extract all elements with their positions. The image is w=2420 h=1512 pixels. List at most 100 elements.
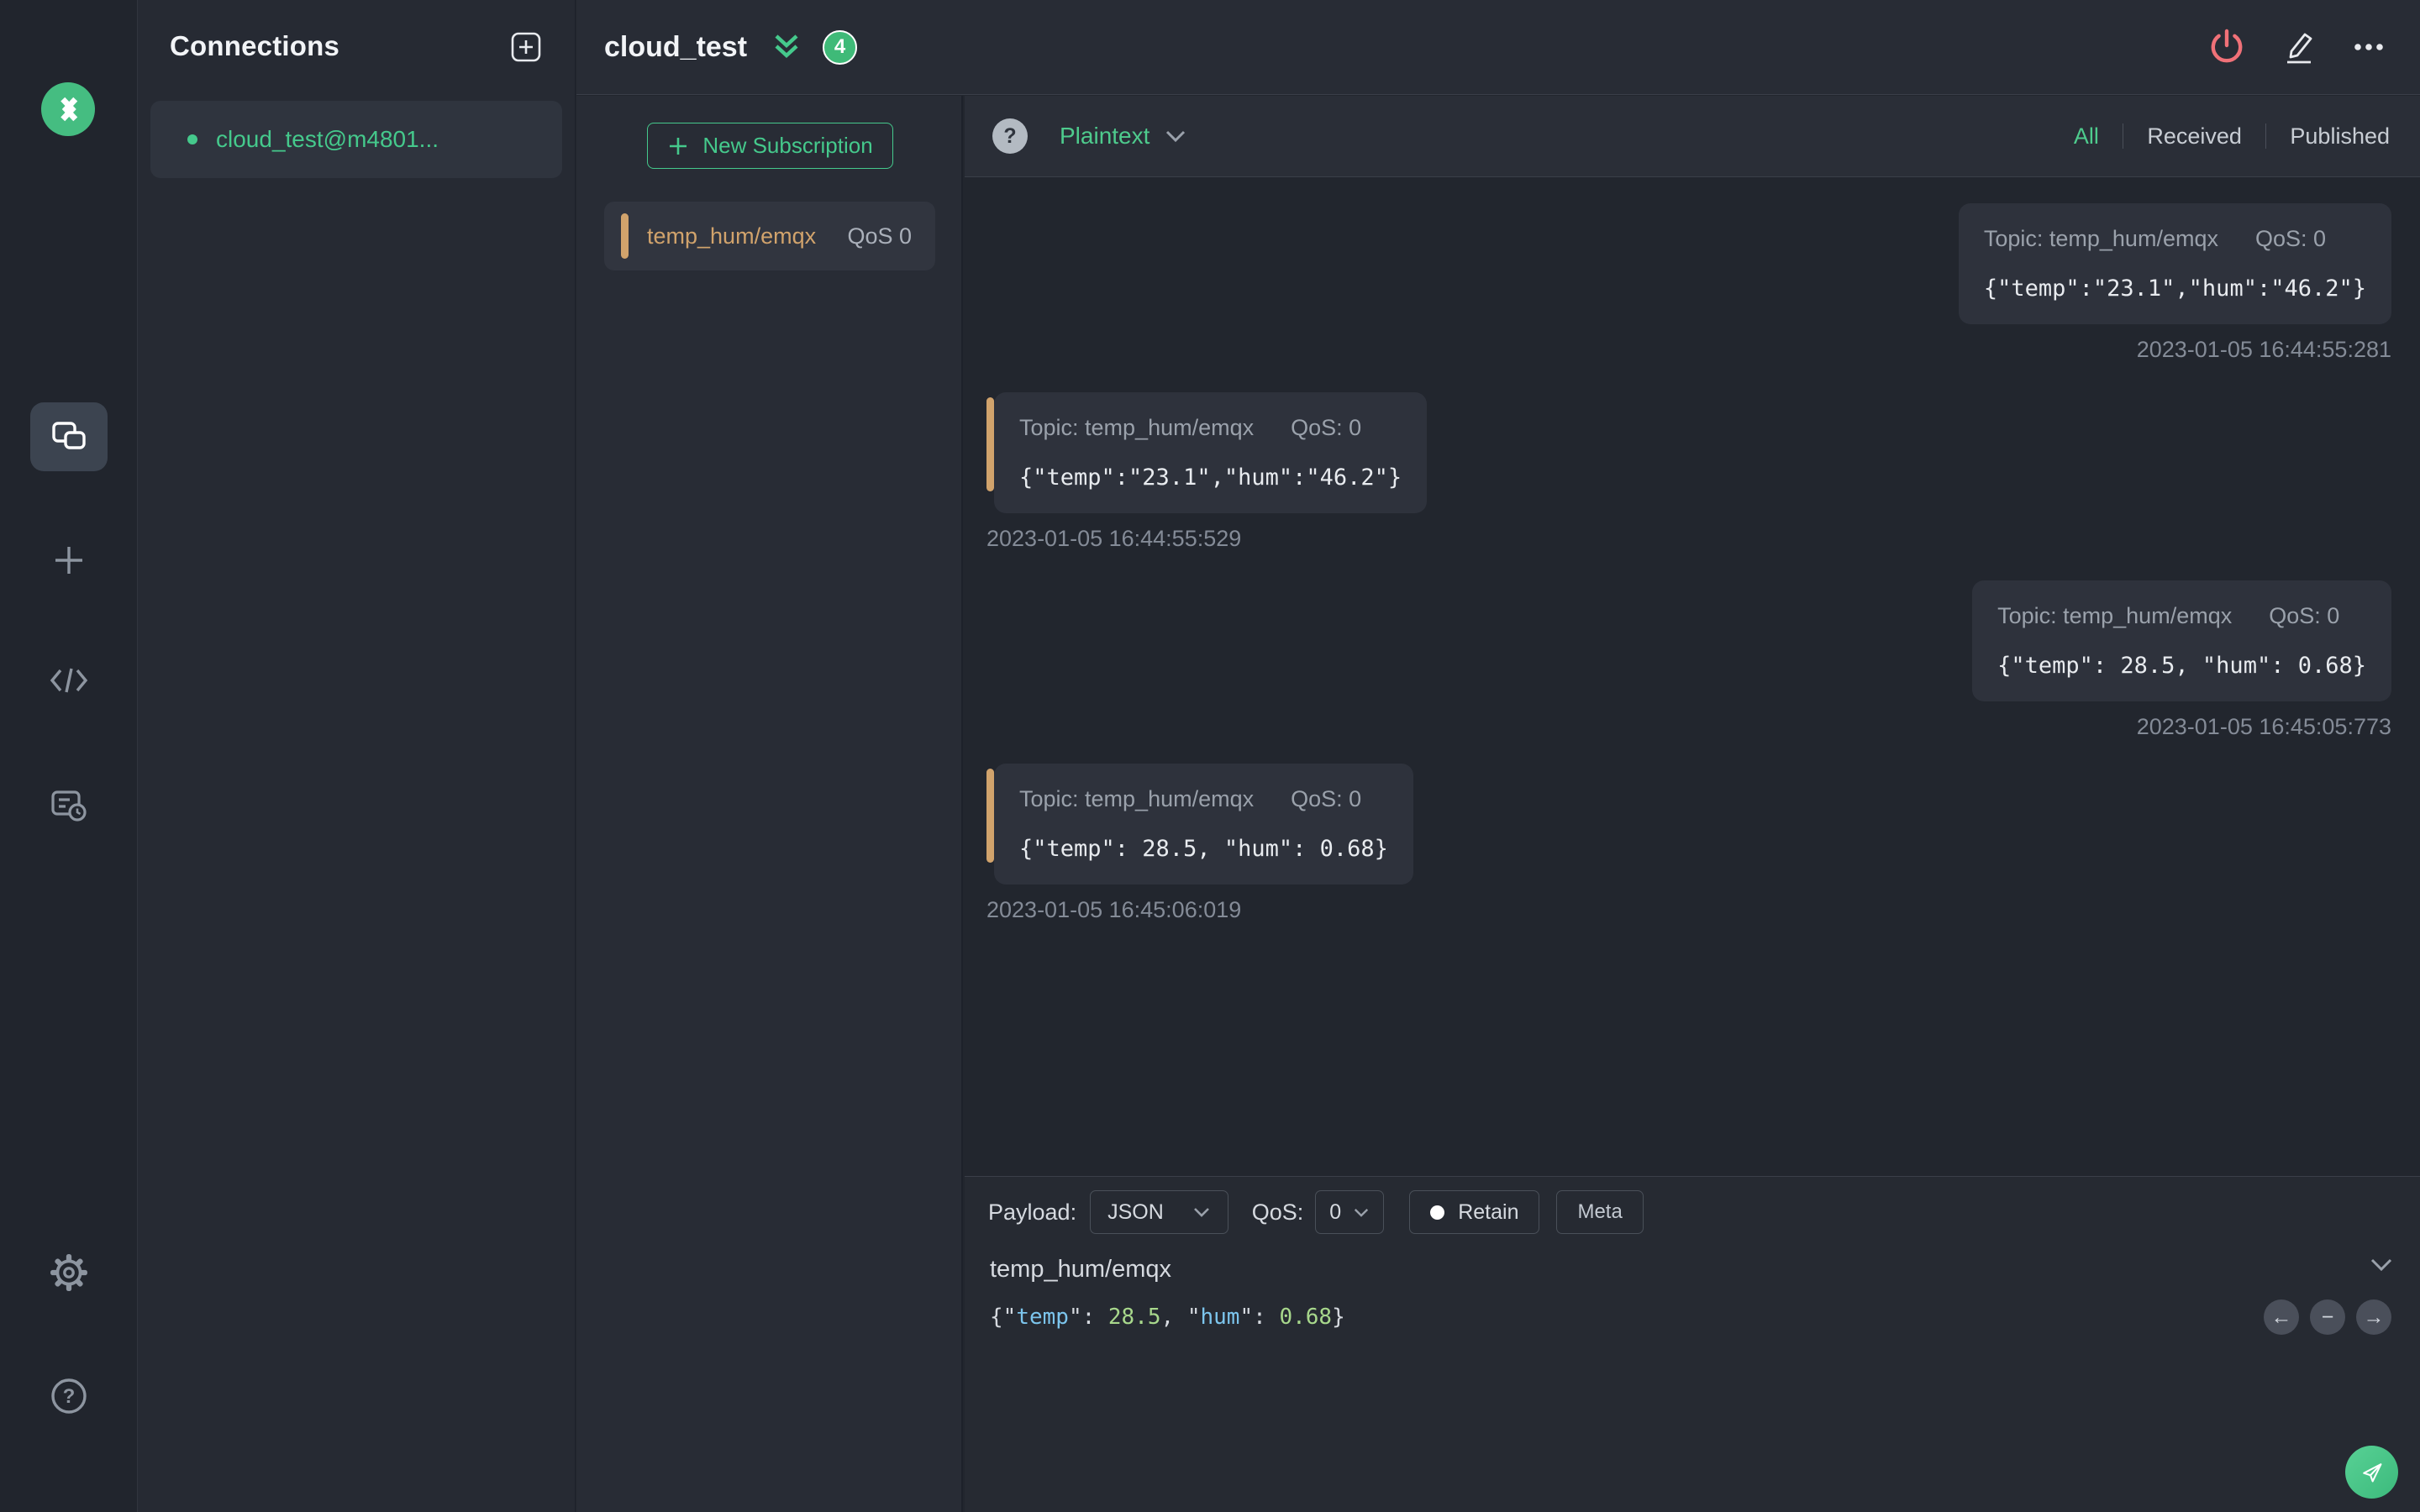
rail-settings-button[interactable]	[0, 1253, 137, 1292]
connections-title: Connections	[170, 30, 340, 61]
messages-list: Topic: temp_hum/emqx QoS: 0 {"temp":"23.…	[965, 178, 2420, 1176]
rail-script-button[interactable]	[0, 664, 137, 697]
plus-icon	[55, 547, 82, 574]
message-topic: Topic: temp_hum/emqx	[1019, 786, 1255, 811]
chevron-down-icon	[1193, 1208, 1209, 1217]
message-bubble: Topic: temp_hum/emqx QoS: 0 {"temp":"23.…	[994, 392, 1428, 513]
power-icon	[2211, 29, 2243, 63]
history-prev-button[interactable]: ←	[2264, 1299, 2299, 1335]
message-received: Topic: temp_hum/emqx QoS: 0 {"temp":"23.…	[986, 392, 1428, 552]
connections-icon	[51, 422, 86, 449]
message-qos: QoS: 0	[2254, 226, 2327, 251]
retain-toggle[interactable]: Retain	[1409, 1190, 1540, 1234]
subscription-card[interactable]: temp_hum/emqx QoS 0	[604, 202, 935, 270]
chevron-down-icon	[1166, 130, 1186, 143]
editor-token: ":	[1068, 1305, 1108, 1330]
collapse-panel-button[interactable]	[772, 31, 801, 63]
svg-text:?: ?	[62, 1385, 75, 1408]
history-controls: ← − →	[2264, 1299, 2391, 1335]
editor-token: ":	[1239, 1305, 1280, 1330]
mqttx-logo	[41, 82, 95, 136]
code-icon	[50, 668, 87, 693]
disconnect-button[interactable]	[2207, 27, 2247, 67]
send-button[interactable]	[2345, 1446, 2398, 1499]
editor-token: temp	[1016, 1305, 1069, 1330]
topic-input[interactable]: temp_hum/emqx	[990, 1256, 1171, 1284]
ellipsis-icon	[2354, 44, 2383, 50]
message-filter-tabs: All Received Published	[2074, 123, 2390, 150]
filter-tab-received[interactable]: Received	[2147, 123, 2242, 150]
more-options-button[interactable]	[2351, 29, 2386, 65]
message-format-select[interactable]: Plaintext	[1060, 123, 1186, 150]
editor-token: 28.5	[1107, 1305, 1161, 1330]
qos-label: QoS:	[1251, 1199, 1304, 1225]
filter-tab-all[interactable]: All	[2074, 123, 2099, 150]
collapse-publish-button[interactable]	[2370, 1257, 2393, 1272]
message-published: Topic: temp_hum/emqx QoS: 0 {"temp": 28.…	[1972, 580, 2391, 740]
subscription-qos: QoS 0	[847, 223, 912, 249]
connection-item[interactable]: cloud_test@m4801...	[150, 101, 562, 178]
payload-label: Payload:	[988, 1199, 1077, 1225]
send-plane-icon	[2362, 1462, 2381, 1482]
meta-button[interactable]: Meta	[1556, 1190, 1644, 1234]
filter-tab-published[interactable]: Published	[2290, 123, 2390, 150]
retain-dot-icon	[1430, 1205, 1445, 1220]
rail-new-connection-button[interactable]	[0, 542, 137, 579]
connection-title: cloud_test	[604, 30, 748, 63]
message-timestamp: 2023-01-05 16:45:06:019	[986, 897, 1242, 922]
message-topic: Topic: temp_hum/emqx	[1019, 415, 1255, 440]
publish-toolbar: Payload: JSON QoS: 0 Retain Meta	[988, 1190, 1644, 1234]
plus-icon	[670, 137, 687, 155]
message-timestamp: 2023-01-05 16:44:55:529	[986, 526, 1242, 551]
qos-value: 0	[1329, 1200, 1342, 1224]
payload-help-icon[interactable]: ?	[992, 118, 1028, 154]
subscriptions-panel: New Subscription temp_hum/emqx QoS 0	[576, 96, 963, 1512]
payload-editor[interactable]: {"temp": 28.5, "hum": 0.68}	[990, 1305, 1345, 1330]
rail-help-button[interactable]: ?	[0, 1377, 137, 1415]
rail-log-button[interactable]	[0, 788, 137, 823]
publish-panel: Payload: JSON QoS: 0 Retain Meta temp_hu…	[965, 1176, 2420, 1512]
connection-topbar: cloud_test 4	[576, 0, 2420, 95]
editor-token: {"	[990, 1305, 1017, 1330]
add-square-icon	[511, 32, 541, 62]
message-timestamp: 2023-01-05 16:44:55:281	[2136, 337, 2391, 362]
subscription-color-bar	[986, 769, 994, 863]
subscription-color-bar	[986, 397, 994, 491]
new-subscription-label: New Subscription	[702, 133, 873, 158]
history-next-button[interactable]: →	[2356, 1299, 2391, 1335]
chevron-down-icon	[1355, 1208, 1369, 1217]
qos-select[interactable]: 0	[1315, 1190, 1385, 1234]
connections-panel: Connections cloud_test@m4801...	[138, 0, 576, 1512]
payload-type-select[interactable]: JSON	[1090, 1190, 1228, 1234]
editor-token: hum	[1200, 1305, 1240, 1330]
add-connection-button[interactable]	[509, 30, 543, 64]
message-topic: Topic: temp_hum/emqx	[1983, 226, 2218, 251]
editor-token: 0.68	[1279, 1305, 1333, 1330]
message-payload: {"temp": 28.5, "hum": 0.68}	[1997, 653, 2366, 679]
gear-icon	[50, 1254, 87, 1291]
new-subscription-button[interactable]: New Subscription	[647, 123, 893, 169]
message-count-badge: 4	[823, 29, 858, 65]
message-payload: {"temp": 28.5, "hum": 0.68}	[1019, 836, 1388, 862]
edit-connection-button[interactable]	[2281, 29, 2317, 66]
subscription-topic: temp_hum/emqx	[647, 223, 817, 249]
history-clear-button[interactable]: −	[2310, 1299, 2345, 1335]
messages-toolbar: ? Plaintext All Received Published	[965, 96, 2420, 177]
app-rail: ?	[0, 0, 138, 1512]
chevron-down-icon	[2370, 1258, 2392, 1272]
question-circle-icon: ?	[50, 1378, 87, 1414]
pencil-edit-icon	[2287, 33, 2312, 64]
message-received: Topic: temp_hum/emqx QoS: 0 {"temp": 28.…	[986, 764, 1413, 923]
retain-label: Retain	[1458, 1200, 1519, 1224]
connection-status-dot	[187, 134, 197, 144]
payload-type-value: JSON	[1107, 1200, 1164, 1224]
message-bubble: Topic: temp_hum/emqx QoS: 0 {"temp": 28.…	[994, 764, 1413, 885]
message-payload: {"temp":"23.1","hum":"46.2"}	[1983, 276, 2366, 302]
logo-x-icon	[60, 97, 78, 122]
message-payload: {"temp":"23.1","hum":"46.2"}	[1019, 465, 1402, 491]
message-format-value: Plaintext	[1060, 123, 1150, 149]
message-qos: QoS: 0	[2269, 603, 2340, 628]
rail-connections-button[interactable]	[0, 402, 137, 471]
message-qos: QoS: 0	[1291, 415, 1362, 440]
message-bubble: Topic: temp_hum/emqx QoS: 0 {"temp":"23.…	[1958, 203, 2391, 324]
